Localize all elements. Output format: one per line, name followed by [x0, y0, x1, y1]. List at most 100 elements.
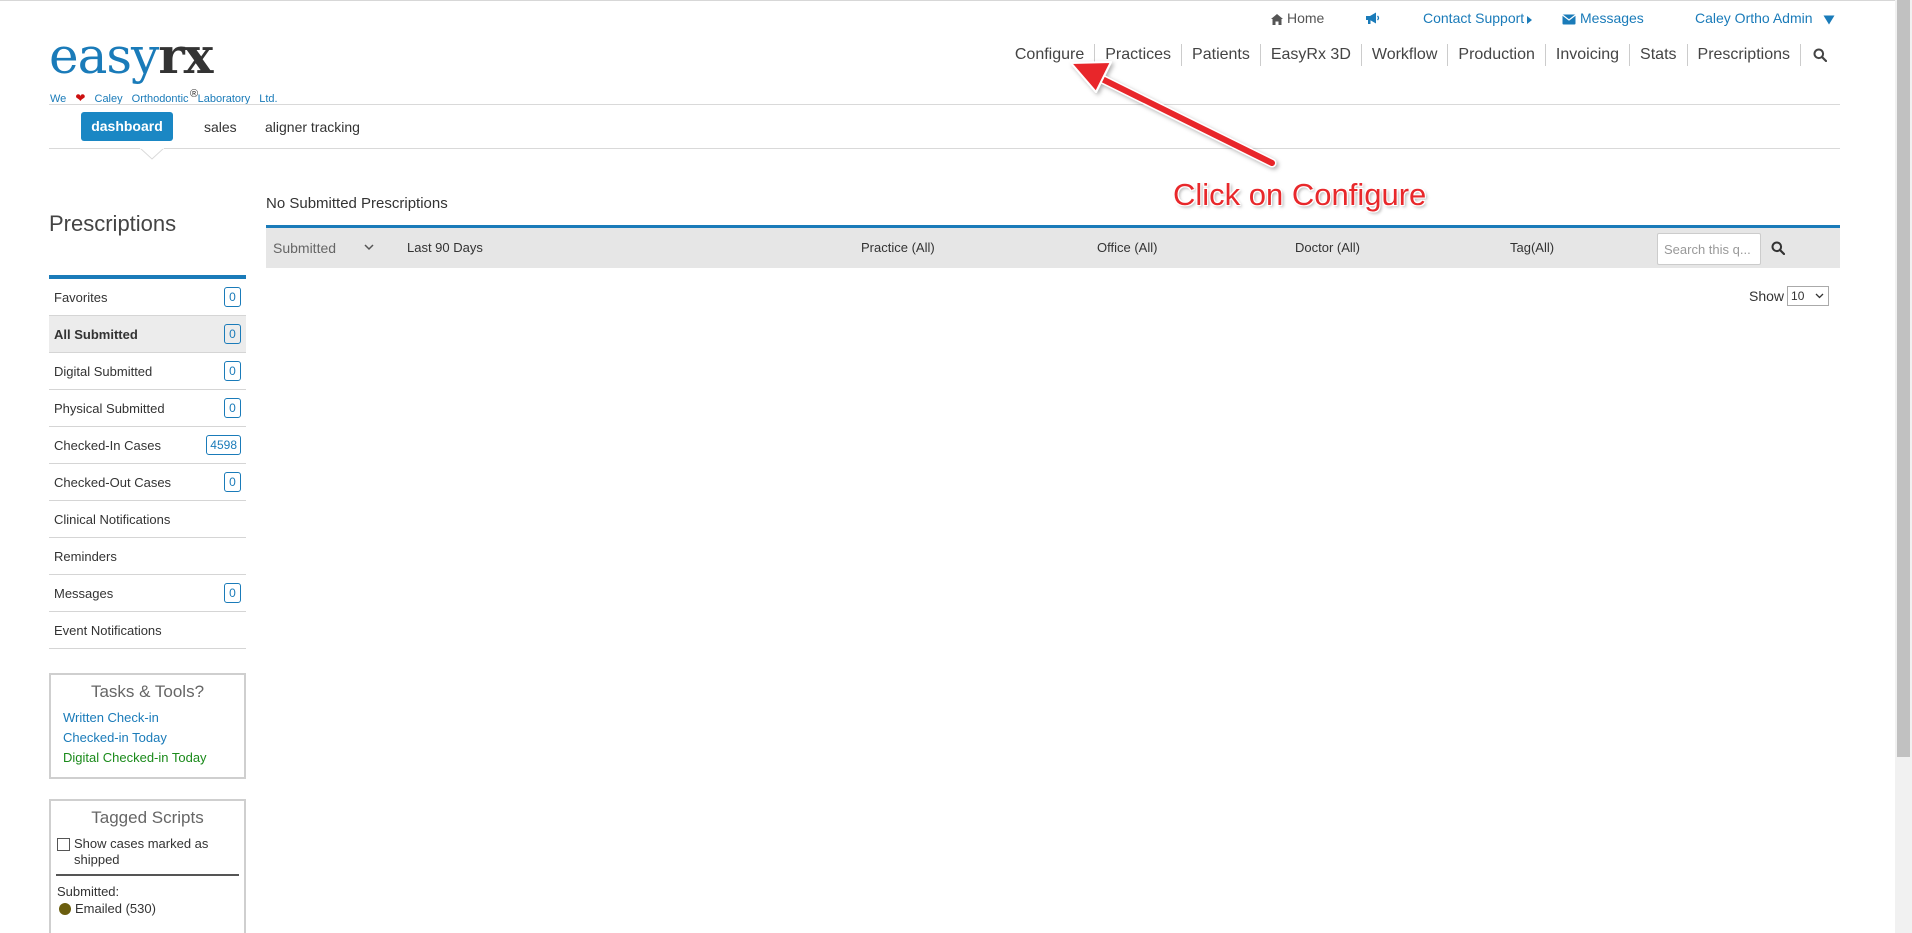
tagged-divider — [56, 874, 239, 876]
page-size-control: Show 10 — [1749, 286, 1830, 306]
sidebar-item-label: Messages — [54, 585, 114, 601]
tag-emailed-label: Emailed (530) — [75, 901, 156, 916]
envelope-icon — [1562, 14, 1576, 25]
nav-stats[interactable]: Stats — [1629, 44, 1686, 66]
practice-filter[interactable]: Practice (All) — [861, 228, 935, 268]
sidebar-item-label: Checked-Out Cases — [54, 474, 172, 490]
chevron-down-icon — [1815, 293, 1824, 299]
date-range-filter[interactable]: Last 90 Days — [407, 228, 483, 268]
announcements-button[interactable] — [1365, 9, 1384, 27]
annotation-text: Click on Configure — [1173, 177, 1427, 212]
nav-workflow[interactable]: Workflow — [1360, 44, 1448, 66]
subnav-divider — [49, 148, 1840, 149]
sidebar-item-event-notifications[interactable]: Event Notifications — [49, 612, 246, 649]
chevron-down-icon — [1823, 15, 1834, 25]
chevron-down-icon — [364, 244, 374, 251]
contact-support-label: Contact Support — [1423, 10, 1525, 26]
sidebar-item-digital-submitted[interactable]: Digital Submitted 0 — [49, 353, 246, 390]
count-badge: 0 — [224, 361, 241, 381]
sidebar-title: Prescriptions — [49, 211, 177, 236]
tab-dashboard[interactable]: dashboard — [81, 112, 173, 141]
written-check-in-link[interactable]: Written Check-in — [63, 708, 244, 728]
nav-invoicing[interactable]: Invoicing — [1544, 44, 1629, 66]
sidebar-item-favorites[interactable]: Favorites 0 — [49, 279, 246, 316]
status-filter-label: Submitted — [273, 240, 337, 256]
messages-link[interactable]: Messages — [1562, 9, 1644, 27]
header-divider — [49, 104, 1840, 105]
status-filter-dropdown[interactable]: Submitted — [273, 228, 374, 268]
nav-search-button[interactable] — [1800, 44, 1829, 66]
show-shipped-toggle[interactable]: Show cases marked as shipped — [57, 836, 239, 868]
tagged-scripts-panel: Tagged Scripts Show cases marked as ship… — [49, 799, 246, 933]
digital-checked-in-today-link[interactable]: Digital Checked-in Today — [63, 748, 244, 768]
tab-aligner-tracking[interactable]: aligner tracking — [265, 119, 360, 135]
nav-patients[interactable]: Patients — [1181, 44, 1260, 66]
count-badge: 0 — [224, 287, 241, 307]
sidebar-item-label: Favorites — [54, 289, 108, 305]
search-icon — [1813, 48, 1827, 62]
sidebar-item-checked-in-cases[interactable]: Checked-In Cases 4598 — [49, 427, 246, 464]
sidebar-item-messages[interactable]: Messages 0 — [49, 575, 246, 612]
count-badge: 0 — [224, 398, 241, 418]
sidebar-item-label: Physical Submitted — [54, 400, 165, 416]
page-scrollbar[interactable] — [1895, 0, 1912, 933]
active-tab-caret — [140, 148, 164, 160]
office-filter[interactable]: Office (All) — [1097, 228, 1157, 268]
count-badge: 4598 — [206, 435, 241, 455]
sidebar-item-label: Event Notifications — [54, 622, 162, 638]
prescriptions-filter-list: Favorites 0 All Submitted 0 Digital Submit… — [49, 275, 246, 649]
sidebar-item-checked-out-cases[interactable]: Checked-Out Cases 0 — [49, 464, 246, 501]
tasks-tools-title: Tasks & Tools? — [90, 682, 205, 701]
count-badge: 0 — [224, 324, 241, 344]
doctor-filter[interactable]: Doctor (All) — [1295, 228, 1360, 268]
sidebar-item-clinical-notifications[interactable]: Clinical Notifications — [49, 501, 246, 538]
sidebar-item-label: Checked-In Cases — [54, 437, 161, 453]
page-title: No Submitted Prescriptions — [266, 195, 448, 212]
tab-sales[interactable]: sales — [204, 119, 237, 135]
search-icon[interactable] — [1771, 241, 1785, 255]
nav-easyrx-3d[interactable]: EasyRx 3D — [1259, 44, 1361, 66]
count-badge: 0 — [224, 583, 241, 603]
annotation-arrow — [1070, 61, 1277, 168]
home-link[interactable]: Home — [1271, 9, 1324, 27]
top-rule — [0, 0, 1912, 1]
sidebar-item-reminders[interactable]: Reminders — [49, 538, 246, 575]
queue-search-input[interactable] — [1657, 233, 1761, 265]
logo-easy: easy — [49, 27, 159, 85]
logo-rx: rx — [158, 26, 213, 85]
show-label: Show — [1749, 288, 1785, 304]
nav-configure[interactable]: Configure — [1005, 44, 1094, 66]
tagged-scripts-title: Tagged Scripts — [91, 808, 204, 827]
user-name: Caley Ortho Admin — [1695, 10, 1813, 26]
tag-color-dot — [59, 902, 71, 915]
contact-support-link[interactable]: Contact Support — [1423, 9, 1533, 27]
main-nav: Configure Practices Patients EasyRx 3D W… — [1005, 44, 1829, 66]
lab-tagline: We ❤ Caley Orthodontic Laboratory Ltd. — [50, 91, 278, 105]
caret-right-icon — [1527, 16, 1533, 24]
home-link-label: Home — [1287, 10, 1325, 26]
sidebar-item-label: All Submitted — [54, 326, 138, 342]
page-size-value: 10 — [1791, 289, 1805, 303]
sidebar-item-physical-submitted[interactable]: Physical Submitted 0 — [49, 390, 246, 427]
scrollbar-thumb[interactable] — [1897, 0, 1910, 757]
tag-emailed[interactable]: Emailed (530) — [59, 901, 244, 916]
heart-icon: ❤ — [75, 91, 86, 105]
nav-prescriptions[interactable]: Prescriptions — [1686, 44, 1800, 66]
nav-practices[interactable]: Practices — [1094, 44, 1181, 66]
messages-link-label: Messages — [1580, 10, 1644, 26]
sidebar-item-all-submitted[interactable]: All Submitted 0 — [49, 316, 246, 353]
megaphone-icon — [1366, 12, 1380, 24]
user-menu[interactable]: Caley Ortho Admin — [1695, 9, 1835, 27]
sidebar-item-label: Clinical Notifications — [54, 511, 171, 527]
show-shipped-label: Show cases marked as shipped — [74, 836, 209, 867]
checked-in-today-link[interactable]: Checked-in Today — [63, 728, 244, 748]
submitted-label: Submitted: — [57, 884, 120, 899]
easyrx-logo[interactable]: easyrx ® — [49, 26, 213, 100]
tasks-tools-panel: Tasks & Tools? Written Check-in Checked-… — [49, 673, 246, 779]
page-size-select[interactable]: 10 — [1787, 286, 1830, 306]
show-shipped-checkbox[interactable] — [57, 838, 70, 851]
nav-production[interactable]: Production — [1447, 44, 1545, 66]
tag-filter[interactable]: Tag(All) — [1510, 228, 1554, 268]
sidebar-item-label: Reminders — [54, 548, 117, 564]
sidebar-item-label: Digital Submitted — [54, 363, 153, 379]
